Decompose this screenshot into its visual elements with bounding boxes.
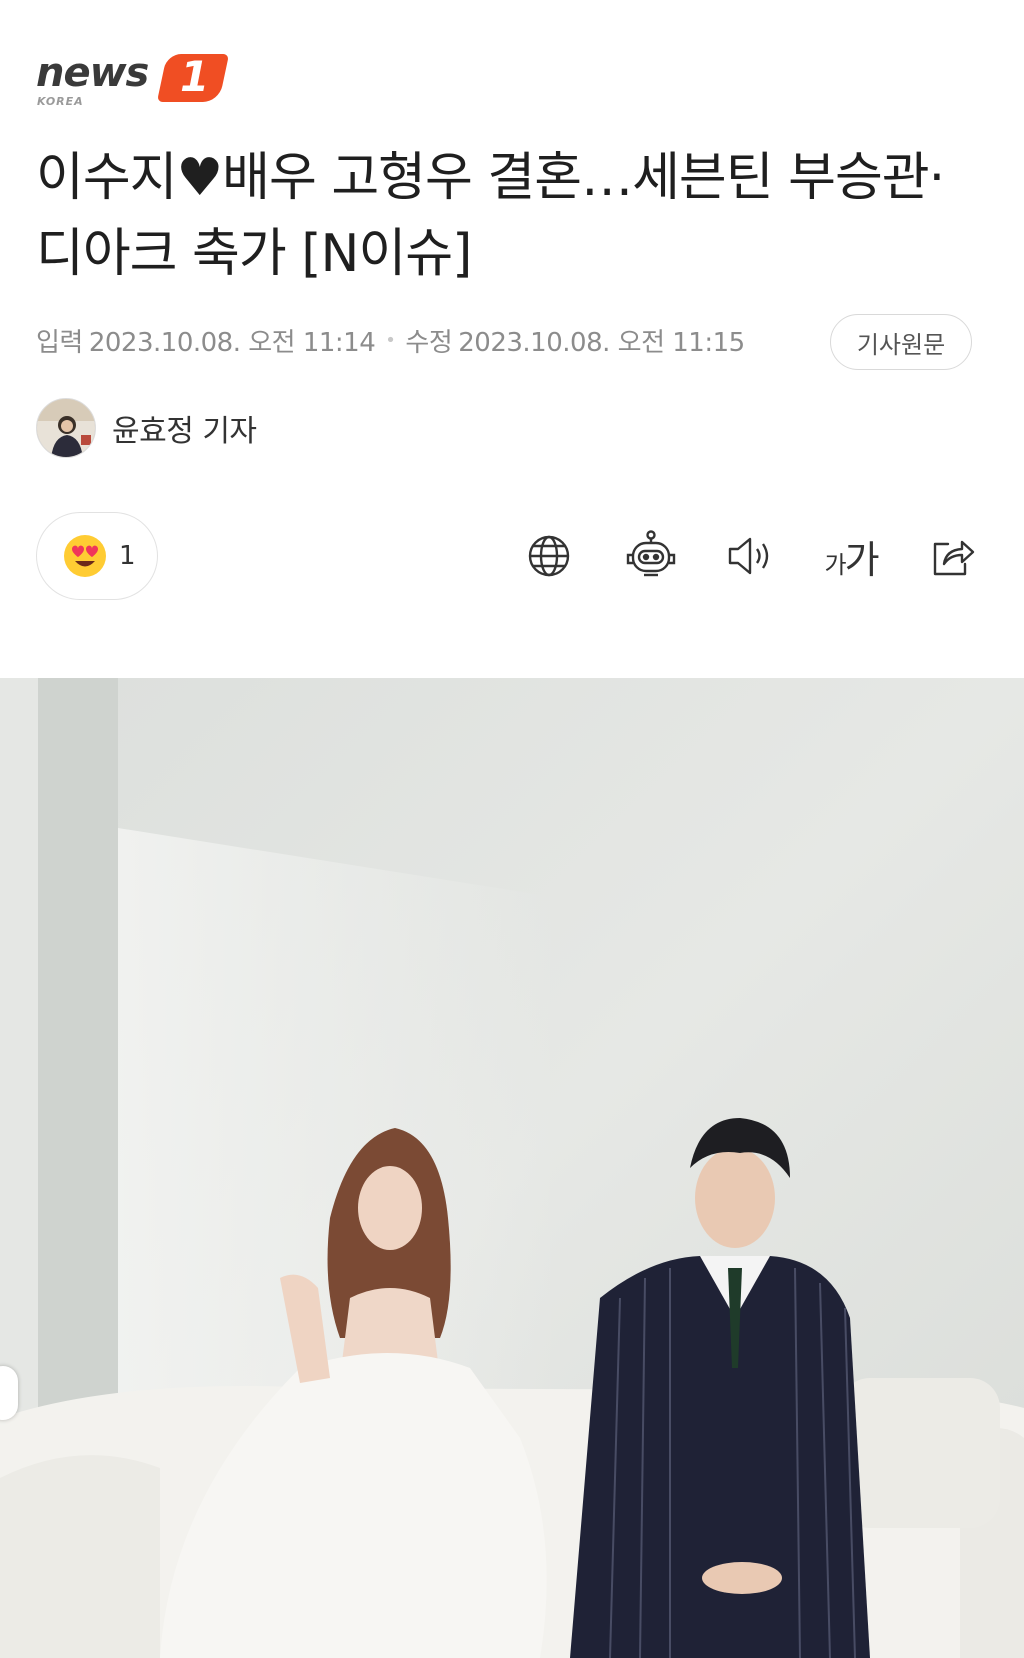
article-headline: 이수지♥배우 고형우 결혼…세븐틴 부승관·디아크 축가 [N이슈] [36,148,945,284]
carousel-indicator[interactable] [0,1366,18,1420]
logo-text: news [36,50,149,96]
input-time: 2023.10.08. 오전 11:14 [88,327,376,358]
modified-label: 수정 [405,327,453,358]
translate-button[interactable] [514,520,584,592]
heart-eyes-emoji-icon [63,534,107,578]
meta-separator: • [385,329,396,351]
share-button[interactable] [918,520,988,592]
listen-button[interactable] [716,520,786,592]
reaction-count: 1 [119,541,136,571]
article-photo[interactable] [0,678,1024,1658]
avatar [36,398,96,458]
article-meta: 입력 2023.10.08. 오전 11:14 • 수정 2023.10.08.… [36,318,745,362]
speaker-icon [728,537,769,575]
globe-icon [528,535,570,577]
author-name: 윤효정 기자 [112,414,257,449]
modified-time: 2023.10.08. 오전 11:15 [458,327,745,358]
news1-logo[interactable]: news 1 KOREA [36,50,230,112]
logo-subtext: KOREA [37,95,84,108]
author-info[interactable]: 윤효정 기자 [36,398,257,458]
robot-icon [626,530,676,577]
font-size-button[interactable]: 가가 [816,520,886,592]
font-size-icon: 가가 [824,537,879,582]
input-label: 입력 [36,327,83,358]
reaction-button[interactable]: 1 [36,512,158,600]
logo-badge-text: 1 [180,52,210,101]
share-icon [933,540,975,576]
summary-bot-button[interactable] [616,520,686,592]
original-article-button[interactable]: 기사원문 [830,314,972,370]
